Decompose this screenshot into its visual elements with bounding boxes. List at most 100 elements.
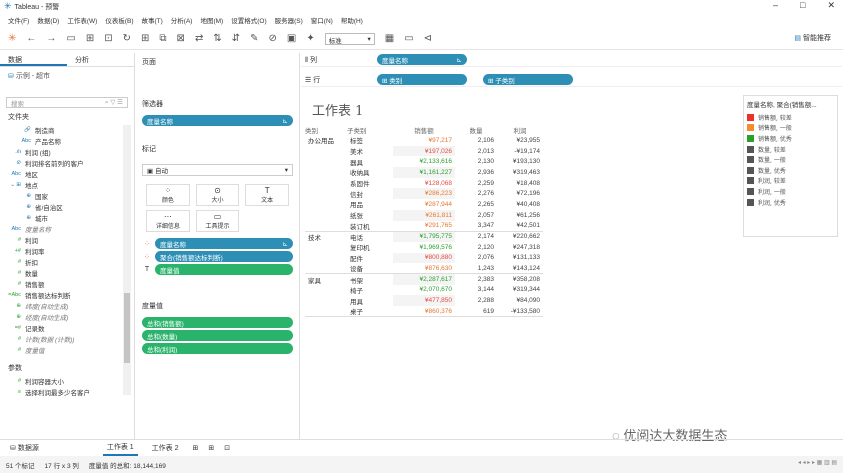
scrollbar-thumb[interactable] — [124, 293, 130, 363]
marks-button[interactable]: ⊙ 大小 — [195, 184, 240, 206]
legend-item[interactable]: 数量, 优秀 — [747, 165, 834, 176]
quantity-cell[interactable]: 2,057 — [455, 210, 497, 221]
sort-desc-icon[interactable]: ⇵ — [232, 33, 240, 44]
subcategory-cell[interactable]: 收纳具 — [347, 167, 393, 178]
profit-cell[interactable]: ¥247,318 — [497, 242, 543, 253]
pin-icon[interactable]: ✦ — [306, 33, 314, 44]
tableau-logo-icon[interactable]: ✳ — [8, 33, 16, 44]
sales-cell[interactable]: ¥876,630 — [393, 263, 455, 275]
mark-encoding-icon[interactable]: ⁘ — [142, 253, 152, 261]
header-category[interactable]: 类别 — [305, 124, 347, 135]
column-pill[interactable]: 度量名称 ⊾ — [377, 54, 467, 65]
quantity-cell[interactable]: 2,076 — [455, 253, 497, 264]
legend-item[interactable]: 数量, 较差 — [747, 144, 834, 155]
sales-cell[interactable]: ¥1,161,227 — [393, 167, 455, 178]
sales-cell[interactable]: ¥197,026 — [393, 145, 455, 157]
menu-item[interactable]: 服务器(S) — [275, 15, 303, 25]
field-item[interactable]: .ılı 利润 (组) — [8, 146, 134, 157]
sheet-nav[interactable]: ◂ ◂ ▸ ▸ ▦ ▥ ▤ — [798, 459, 837, 466]
highlight-icon[interactable]: ✎ — [250, 33, 258, 44]
mark-encoding-icon[interactable]: T — [142, 266, 152, 273]
field-item[interactable]: ⊕ 纬度(自动生成) — [8, 300, 134, 311]
clear-icon[interactable]: ⊠ — [177, 33, 185, 44]
field-item[interactable]: # 度量值 — [8, 344, 134, 355]
new-dashboard-icon[interactable]: ⊞ — [208, 444, 214, 452]
profit-cell[interactable]: ¥42,501 — [497, 220, 543, 232]
tab-sheet1[interactable]: 工作表 1 — [102, 439, 138, 456]
profit-cell[interactable]: ¥319,463 — [497, 167, 543, 178]
share-icon[interactable]: ⊲ — [424, 33, 432, 44]
field-item[interactable]: 🔗 制造商 — [8, 124, 134, 135]
row-pill-category[interactable]: ⊞ 类别 — [377, 74, 467, 85]
new-sheet-icon[interactable]: ⊞ — [193, 444, 199, 452]
quantity-cell[interactable]: 2,013 — [455, 146, 497, 157]
measure-value-pill[interactable]: 总和(利润) — [142, 343, 293, 354]
quantity-cell[interactable]: 2,288 — [455, 295, 497, 306]
parameter-item[interactable]: # 利润容器大小 — [8, 375, 134, 386]
quantity-cell[interactable]: 2,383 — [455, 274, 497, 285]
subcategory-cell[interactable]: 复印机 — [347, 242, 393, 253]
field-item[interactable]: +# 利润率 — [8, 245, 134, 256]
subcategory-cell[interactable]: 设备 — [347, 263, 393, 275]
new-datasource-icon[interactable]: ⊞ — [86, 33, 94, 44]
legend-item[interactable]: 利润, 优秀 — [747, 197, 834, 208]
pause-icon[interactable]: ⊡ — [104, 33, 112, 44]
field-item[interactable]: =Abc 销售额达标判断 — [8, 289, 134, 300]
category-cell[interactable] — [305, 188, 347, 199]
subcategory-cell[interactable]: 美术 — [347, 146, 393, 157]
filter-pill[interactable]: 度量名称 ⊾ — [142, 115, 293, 126]
row-pill-subcategory[interactable]: ⊞ 子类别 — [483, 74, 573, 85]
category-cell[interactable] — [305, 285, 347, 296]
marks-pill[interactable]: 度量名称 ⊾ — [155, 238, 293, 249]
quantity-cell[interactable]: 2,174 — [455, 231, 497, 242]
category-cell[interactable]: 家具 — [305, 274, 347, 285]
category-cell[interactable] — [305, 146, 347, 157]
subcategory-cell[interactable]: 用具 — [347, 295, 393, 306]
profit-cell[interactable]: ¥84,090 — [497, 295, 543, 306]
quantity-cell[interactable]: 1,243 — [455, 263, 497, 275]
profit-cell[interactable]: ¥220,662 — [497, 231, 543, 242]
header-subcategory[interactable]: 子类别 — [347, 124, 393, 135]
legend-item[interactable]: 销售额, 较差 — [747, 112, 834, 123]
category-cell[interactable] — [305, 167, 347, 178]
duplicate-icon[interactable]: ⧉ — [159, 33, 166, 44]
sales-cell[interactable]: ¥860,376 — [393, 306, 455, 318]
profit-cell[interactable]: -¥19,174 — [497, 146, 543, 157]
menu-item[interactable]: 地图(M) — [200, 15, 223, 25]
subcategory-cell[interactable]: 书架 — [347, 274, 393, 285]
datasource-item[interactable]: ⛁ 示例 - 超市 — [0, 67, 134, 85]
menu-item[interactable]: 故事(T) — [141, 15, 162, 25]
field-item[interactable]: ⌄ ⊞ 地点 — [8, 179, 134, 190]
swap-icon[interactable]: ⇄ — [195, 33, 203, 44]
sales-cell[interactable]: ¥1,795,775 — [393, 231, 455, 242]
sales-cell[interactable]: ¥477,850 — [393, 295, 455, 306]
field-item[interactable]: ⊘ 利润排名前列的客户 — [8, 157, 134, 168]
field-item[interactable]: # 销售额 — [8, 278, 134, 289]
measure-value-pill[interactable]: 总和(数量) — [142, 330, 293, 341]
sales-cell[interactable]: ¥128,068 — [393, 178, 455, 189]
tab-analysis[interactable]: 分析 — [67, 53, 134, 66]
field-item[interactable]: # 数量 — [8, 267, 134, 278]
profit-cell[interactable]: ¥358,208 — [497, 274, 543, 285]
tab-sheet2[interactable]: 工作表 2 — [148, 441, 183, 455]
mark-encoding-icon[interactable]: ⁘ — [142, 240, 152, 248]
marks-button[interactable]: ⋯ 详细信息 — [146, 210, 190, 232]
new-story-icon[interactable]: ⊡ — [224, 444, 230, 452]
profit-cell[interactable]: ¥23,955 — [497, 135, 543, 146]
marks-type-select[interactable]: ▣ 自动 ▾ — [142, 164, 293, 176]
tooltip-icon[interactable]: ▭ — [404, 33, 413, 44]
category-cell[interactable] — [305, 242, 347, 253]
folder-header[interactable]: 文件夹 — [8, 112, 134, 122]
legend-item[interactable]: 利润, 较差 — [747, 176, 834, 187]
category-cell[interactable] — [305, 210, 347, 221]
field-item[interactable]: Abc 地区 — [8, 168, 134, 179]
profit-cell[interactable]: ¥72,196 — [497, 188, 543, 199]
quantity-cell[interactable]: 2,276 — [455, 188, 497, 199]
menu-item[interactable]: 帮助(H) — [341, 15, 363, 25]
subcategory-cell[interactable]: 用品 — [347, 199, 393, 210]
profit-cell[interactable]: ¥131,133 — [497, 253, 543, 264]
field-item[interactable]: Abc 产品名称 — [8, 135, 134, 146]
legend-item[interactable]: 利润, 一般 — [747, 186, 834, 197]
subcategory-cell[interactable]: 桌子 — [347, 306, 393, 318]
menu-item[interactable]: 文件(F) — [8, 15, 29, 25]
